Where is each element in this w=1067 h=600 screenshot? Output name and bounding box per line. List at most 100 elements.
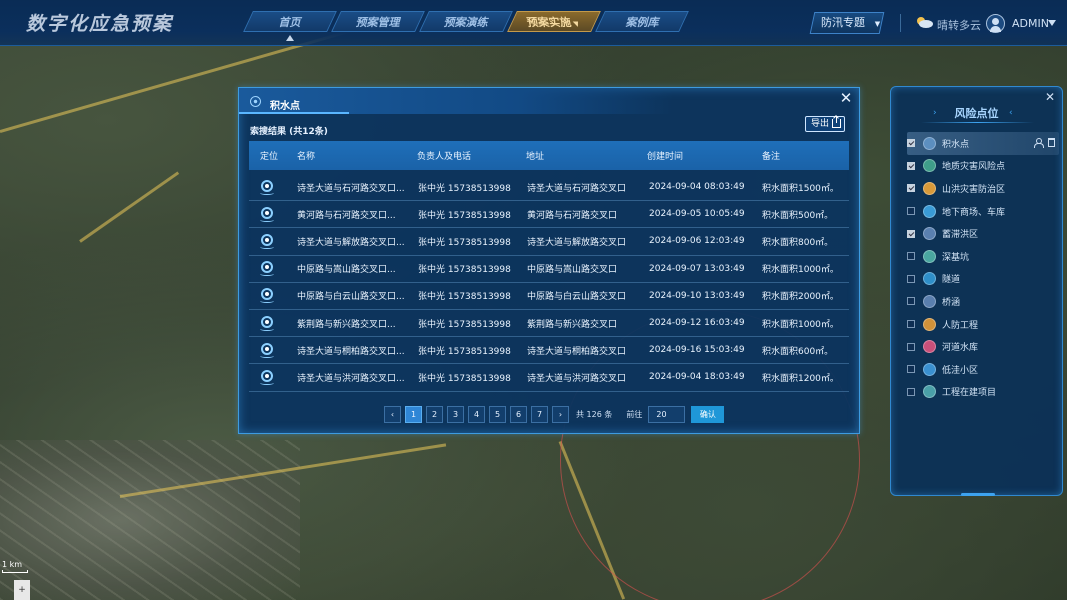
cell-name: 中原路与嵩山路交叉口... [297, 265, 396, 276]
waterlogging-icon [923, 136, 936, 150]
nav-item-plan-implementation[interactable]: 预案实施▼ [507, 11, 601, 32]
nav-item-case-library[interactable]: 案例库 [595, 11, 689, 32]
pagination-page-button[interactable]: 4 [468, 406, 485, 423]
cell-contact: 张中光 15738513998 [418, 346, 511, 357]
cell-contact: 张中光 15738513998 [418, 319, 511, 330]
map-zoom-button[interactable]: + [14, 580, 30, 600]
cell-created: 2024-09-05 10:05:49 [649, 209, 745, 220]
layer-checkbox[interactable] [907, 184, 915, 193]
risk-layer-label: 积水点 [942, 139, 970, 150]
main-nav: 首页 预案管理 预案演练 预案实施▼ 案例库 [243, 11, 689, 32]
column-header: 创建时间 [647, 152, 684, 162]
cell-note: 积水面积500㎡。 [762, 210, 834, 221]
risk-layer-item[interactable]: 工程在建项目 [907, 381, 1059, 404]
layer-checkbox[interactable] [907, 139, 915, 148]
table-row[interactable]: 黄河路与石河路交叉口... 张中光 15738513998 黄河路与石河路交叉口 20… [249, 201, 849, 229]
risk-layer-item[interactable]: 河道水库 [907, 335, 1059, 358]
table-row[interactable]: 诗圣大道与洪河路交叉口... 张中光 15738513998 诗圣大道与洪河路交叉口… [249, 364, 849, 392]
pagination-page-button[interactable]: 5 [489, 406, 506, 423]
risk-layer-label: 蓄滞洪区 [942, 230, 979, 241]
pagination-goto-input[interactable]: 20 [648, 406, 686, 423]
cell-note: 积水面积1500㎡。 [762, 183, 839, 194]
bridge-icon [923, 294, 936, 308]
modal-header [239, 88, 859, 114]
pagination-page-button[interactable]: 1 [405, 406, 422, 423]
pagination-next-button[interactable]: › [552, 406, 569, 423]
pagination-page-button[interactable]: 6 [510, 406, 527, 423]
delete-icon[interactable] [1048, 138, 1055, 147]
pagination-confirm-button[interactable]: 确认 [691, 406, 725, 423]
location-pin-icon[interactable] [260, 315, 274, 331]
location-pin-icon[interactable] [260, 288, 274, 304]
pagination-page-button[interactable]: 2 [426, 406, 443, 423]
risk-layer-item[interactable]: 地质灾害风险点 [907, 155, 1059, 178]
nav-item-label: 预案实施 [523, 16, 574, 29]
table-row[interactable]: 中原路与嵩山路交叉口... 张中光 15738513998 中原路与嵩山路交叉口 20… [249, 256, 849, 283]
location-pin-icon[interactable] [260, 179, 274, 195]
location-pin-icon[interactable] [260, 342, 274, 358]
table-body: 诗圣大道与石河路交叉口... 张中光 15738513998 诗圣大道与石河路交叉口… [249, 174, 849, 392]
locate-cell [249, 261, 287, 277]
cell-note: 积水面积800㎡。 [762, 237, 834, 248]
layer-checkbox[interactable] [907, 274, 915, 283]
risk-layer-item[interactable]: 蓄滞洪区 [907, 222, 1059, 245]
table-row[interactable]: 紫荆路与新兴路交叉口... 张中光 15738513998 紫荆路与新兴路交叉口 20… [249, 310, 849, 338]
nav-item-home[interactable]: 首页 [243, 11, 337, 32]
pagination-page-button[interactable]: 3 [447, 406, 464, 423]
nav-item-label: 首页 [278, 16, 301, 29]
upload-icon [832, 116, 841, 128]
location-pin-icon[interactable] [260, 369, 274, 385]
risk-layer-item[interactable]: 隧道 [907, 268, 1059, 291]
layer-checkbox[interactable] [907, 297, 915, 306]
risk-layer-item[interactable]: 山洪灾害防治区 [907, 177, 1059, 200]
nav-active-marker-icon [286, 35, 294, 41]
nav-item-plan-drill[interactable]: 预案演练 [419, 11, 513, 32]
construction-project-icon [923, 385, 936, 399]
layer-checkbox[interactable] [907, 320, 915, 329]
close-icon[interactable]: ✕ [1045, 90, 1055, 104]
top-header: 数字化应急预案 首页 预案管理 预案演练 预案实施▼ 案例库 防汛专题 ▼ 晴转… [0, 0, 1067, 46]
cell-created: 2024-09-04 18:03:49 [649, 372, 745, 383]
risk-layer-item[interactable]: 深基坑 [907, 245, 1059, 268]
cell-address: 紫荆路与新兴路交叉口 [527, 319, 618, 330]
user-icon[interactable] [1034, 138, 1044, 148]
risk-layer-item[interactable]: 积水点 [907, 132, 1059, 155]
table-row[interactable]: 中原路与白云山路交叉口... 张中光 15738513998 中原路与白云山路交叉口… [249, 283, 849, 310]
layer-checkbox[interactable] [907, 252, 915, 261]
tunnel-icon [923, 272, 936, 286]
location-pin-icon[interactable] [260, 206, 274, 222]
cell-created: 2024-09-10 13:03:49 [649, 290, 745, 301]
geological-hazard-icon [923, 159, 936, 173]
pagination-page-button[interactable]: 7 [531, 406, 548, 423]
location-pin-icon[interactable] [260, 233, 274, 249]
user-name[interactable]: ADMIN [1012, 17, 1049, 30]
risk-layer-item[interactable]: 人防工程 [907, 313, 1059, 336]
layer-checkbox[interactable] [907, 229, 915, 238]
chevron-down-icon[interactable] [1048, 20, 1056, 26]
table-row[interactable]: 诗圣大道与解放路交叉口... 张中光 15738513998 诗圣大道与解放路交叉口… [249, 228, 849, 256]
risk-layer-item[interactable]: 地下商场、车库 [907, 200, 1059, 223]
layer-checkbox[interactable] [907, 387, 915, 396]
nav-item-label: 预案管理 [355, 16, 400, 29]
risk-layer-item[interactable]: 桥涵 [907, 290, 1059, 313]
urban-area [0, 440, 300, 600]
nav-item-plan-management[interactable]: 预案管理 [331, 11, 425, 32]
topic-select[interactable]: 防汛专题 ▼ [809, 12, 885, 34]
risk-layer-label: 河道水库 [942, 343, 979, 354]
layer-checkbox[interactable] [907, 161, 915, 170]
export-button[interactable]: 导出 [805, 116, 845, 132]
cell-created: 2024-09-04 08:03:49 [649, 182, 745, 193]
risk-layer-list: 积水点地质灾害风险点 山洪灾害防治区 地下商场、车库蓄滞洪区深基坑 隧道 桥涵 人防工程河… [907, 132, 1059, 403]
risk-points-panel: ✕ › 风险点位 ‹ 积水点 地质灾害风险点 山洪灾害防治区 地下商场、车库 蓄滞洪区深… [890, 86, 1063, 496]
close-icon[interactable]: ✕ [839, 91, 853, 106]
layer-checkbox[interactable] [907, 342, 915, 351]
risk-layer-item[interactable]: 低洼小区 [907, 358, 1059, 381]
table-row[interactable]: 诗圣大道与石河路交叉口... 张中光 15738513998 诗圣大道与石河路交叉口… [249, 174, 849, 202]
pagination-prev-button[interactable]: ‹ [384, 406, 401, 423]
user-avatar-icon[interactable] [986, 14, 1005, 33]
layer-checkbox[interactable] [907, 207, 915, 216]
location-pin-icon[interactable] [260, 261, 274, 277]
table-row[interactable]: 诗圣大道与桐柏路交叉口... 张中光 15738513998 诗圣大道与桐柏路交叉口… [249, 337, 849, 365]
layer-checkbox[interactable] [907, 365, 915, 374]
cell-name: 诗圣大道与解放路交叉口... [297, 237, 405, 248]
